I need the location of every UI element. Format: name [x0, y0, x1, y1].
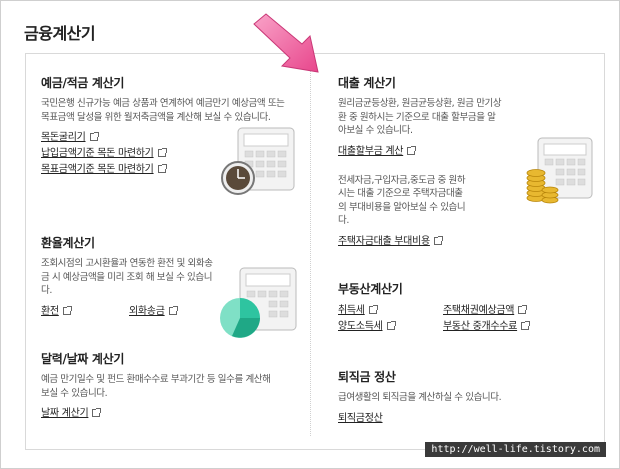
link-severance-calc[interactable]: 퇴직금정산 [338, 413, 383, 424]
calendar-section: 달력/날짜 계산기 예금 만기일수 및 펀드 환매수수료 부과기간 등 일수를 … [41, 350, 301, 422]
loan-title: 대출 계산기 [338, 76, 396, 90]
realestate-title: 부동산계산기 [338, 282, 403, 296]
severance-section: 퇴직금 정산 급여생활의 퇴직금을 계산하실 수 있습니다. 퇴직금정산 [338, 368, 593, 427]
calculator-coins-icon [526, 137, 593, 204]
loan-description: 원리금균등상환, 원금균등상환, 원금 만기상환 중 원하시는 기준으로 대출 … [338, 98, 502, 136]
external-link-icon [386, 321, 396, 330]
external-link-icon [521, 321, 531, 330]
pointer-arrow-icon [253, 13, 319, 73]
external-link-icon [433, 235, 443, 245]
link-housing-loan-costs[interactable]: 주택자금대출 부대비용 [338, 236, 430, 247]
page-title: 금융계산기 [24, 24, 96, 43]
loan-housing-description: 전세자금,구입자금,중도금 중 원하 시는 대출 기준으로 주택자금대출의 부대… [338, 174, 466, 227]
external-link-icon [407, 145, 417, 155]
savings-title: 예금/적금 계산기 [41, 76, 125, 90]
link-by-target[interactable]: 목표금액기준 목돈 마련하기 [41, 164, 154, 175]
external-link-icon [62, 305, 72, 315]
savings-description: 국민은행 신규가능 예금 상품과 연계하여 예금만기 예상금액 또는 목표금액 … [41, 98, 285, 123]
calculator-clock-icon [221, 127, 295, 195]
link-capital-gains-tax[interactable]: 양도소득세 [338, 321, 383, 332]
external-link-icon [157, 164, 167, 173]
link-remittance[interactable]: 외화송금 [129, 306, 165, 317]
external-link-icon [92, 408, 102, 417]
external-link-icon [157, 148, 167, 157]
calculator-pie-chart-icon [220, 267, 297, 338]
external-link-icon [168, 305, 178, 315]
watermark: http://well-life.tistory.com [425, 442, 606, 457]
external-link-icon [518, 305, 528, 314]
external-link-icon [89, 132, 99, 141]
exchange-title: 환율계산기 [41, 236, 95, 250]
link-acquisition-tax[interactable]: 취득세 [338, 305, 365, 316]
link-loan-installment[interactable]: 대출할부금 계산 [338, 146, 403, 157]
calendar-title: 달력/날짜 계산기 [41, 352, 125, 366]
link-brokerage-fee[interactable]: 부동산 중개수수료 [443, 321, 517, 332]
link-housing-bond[interactable]: 주택채권예상금액 [443, 305, 515, 316]
link-date-calculator[interactable]: 날짜 계산기 [41, 408, 89, 419]
link-by-payment[interactable]: 납입금액기준 목돈 마련하기 [41, 148, 154, 159]
link-lump-sum[interactable]: 목돈굴리기 [41, 132, 86, 143]
exchange-description: 조회시점의 고시환율과 연동한 환전 및 외화송금 시 예상금액을 미리 조회 … [41, 258, 213, 296]
link-exchange[interactable]: 환전 [41, 306, 59, 317]
severance-title: 퇴직금 정산 [338, 370, 396, 384]
severance-description: 급여생활의 퇴직금을 계산하실 수 있습니다. [338, 392, 502, 403]
external-link-icon [368, 305, 378, 314]
realestate-section: 부동산계산기 취득세 주택채권예상금액 양도소득세 부동산 중개수수료 [338, 280, 593, 335]
calendar-description: 예금 만기일수 및 펀드 환매수수료 부과기간 등 일수를 계산해 보실 수 있… [41, 374, 271, 399]
